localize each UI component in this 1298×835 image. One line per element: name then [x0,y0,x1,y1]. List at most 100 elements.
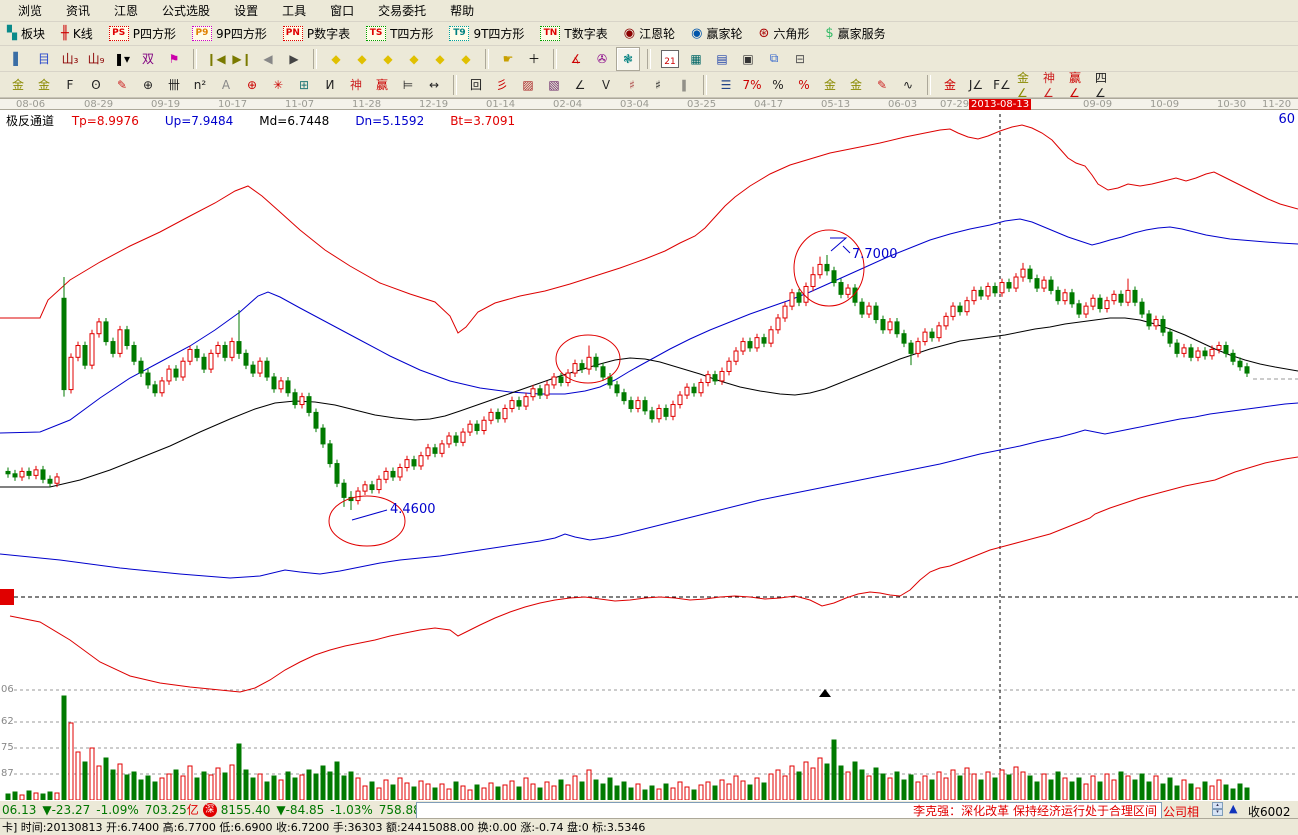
tool-p-square[interactable]: PSP四方形 [106,24,179,43]
calculator-icon[interactable]: ▦ [684,47,708,71]
four-angle-icon[interactable]: 四∠ [1094,73,1118,97]
news-ticker-input[interactable]: 李克强：深化改革 保持经济运行处于合理区间 [416,802,1162,819]
hand-drag-icon[interactable]: ☛ [496,47,520,71]
region-tool-icon[interactable]: ❃ [616,47,640,71]
win-box-icon[interactable]: 赢 [370,73,394,97]
rays-square-icon[interactable]: ▨ [516,73,540,97]
n-square-icon[interactable]: n² [188,73,212,97]
go-next-icon[interactable]: ▶ [282,47,306,71]
v-waves-icon[interactable]: Ｖ [594,73,618,97]
indicator-list-icon[interactable]: ☰ [714,73,738,97]
brush-tool-icon[interactable]: ✎ [110,73,134,97]
ticker-spinner[interactable]: ▴ ▾ [1212,802,1223,817]
calendar-glyph: 21 [661,50,679,68]
pen-mark-icon[interactable]: ✎ [870,73,894,97]
crosshair-icon[interactable]: ＋ [522,47,546,71]
tool-hexagon[interactable]: ⊛六角形 [755,24,812,43]
network-icon[interactable]: ⧉ [762,47,786,71]
f-angle-icon[interactable]: F∠ [990,73,1014,97]
candle-body [776,318,780,330]
shen-angle-icon[interactable]: 神∠ [1042,73,1066,97]
tool-t-number[interactable]: TNT数字表 [537,24,610,43]
square-web-icon[interactable]: ⊞ [292,73,316,97]
percent-icon[interactable]: % [766,73,790,97]
gold-level-icon[interactable]: 金 [844,73,868,97]
gold-fan-1-icon[interactable]: 金 [6,73,30,97]
gold-angle-icon[interactable]: 金∠ [1016,73,1040,97]
bars-9-icon[interactable]: 山₉ [84,47,108,71]
tool-winner-service[interactable]: $赢家服务 [822,24,888,43]
diamond-h-expand-icon[interactable]: ◆ [376,47,400,71]
spinner-up-icon[interactable]: ▴ [1212,802,1223,809]
diamond-left-icon[interactable]: ◆ [324,47,348,71]
quote-list-icon[interactable]: 目 [32,47,56,71]
mirror-fold-icon[interactable]: A [214,73,238,97]
volume-bar [216,768,220,800]
f-ruler-icon[interactable]: F [58,73,82,97]
volume-bar [678,782,682,800]
angle-measure-icon[interactable]: ∡ [564,47,588,71]
gann-wheel-mini-icon[interactable]: ⊕ [136,73,160,97]
angle-fan-icon[interactable]: ∠ [568,73,592,97]
gold-underline-icon[interactable]: 金 [938,73,962,97]
radial-web-icon[interactable]: ✳ [266,73,290,97]
tool-winner-wheel[interactable]: ◉赢家轮 [688,24,745,43]
diamond-right-icon[interactable]: ◆ [350,47,374,71]
tool-blocks[interactable]: ▚板块 [4,24,48,43]
gold-circle-icon[interactable]: 金 [818,73,842,97]
diamond-star-icon[interactable]: ◆ [428,47,452,71]
diamond-plus-icon[interactable]: ◆ [454,47,478,71]
spiral-icon[interactable]: ʘ [84,73,108,97]
parallel-lines-icon[interactable]: ∥ [672,73,696,97]
span-measure-icon[interactable]: ↔ [422,73,446,97]
circle-cross-icon[interactable]: ⊕ [240,73,264,97]
tool-p9-square[interactable]: P99P四方形 [189,24,270,43]
notes-icon[interactable]: ▤ [710,47,734,71]
time-grid-icon[interactable]: ♯ [646,73,670,97]
chart-area[interactable]: 极反通道 Tp=8.9976Up=7.9484Md=6.7448Dn=5.159… [0,110,1298,800]
go-last-icon[interactable]: ▶❙ [230,47,254,71]
j-angle-icon[interactable]: J∠ [964,73,988,97]
menu-item-1[interactable]: 资讯 [54,0,102,21]
menu-item-7[interactable]: 交易委托 [366,0,438,21]
toolbar-drawing: 金金Fʘ✎⊕卌n²A⊕✳⊞И神赢⊨↔回彡▨▧∠Ｖ♯♯∥☰7%%%金金✎∿金J∠F… [0,72,1298,98]
menu-item-8[interactable]: 帮助 [438,0,486,21]
flag-levels-icon[interactable]: ⚑ [162,47,186,71]
go-first-icon[interactable]: ❙◀ [204,47,228,71]
percent-strike-icon[interactable]: 7% [740,73,764,97]
percent-line-icon[interactable]: % [792,73,816,97]
price-grid-icon[interactable]: ♯ [620,73,644,97]
save-icon[interactable]: ▣ [736,47,760,71]
tool-t-square[interactable]: TST四方形 [363,24,436,43]
tool-p-number[interactable]: PNP数字表 [280,24,353,43]
shape-tool-icon[interactable]: ✇ [590,47,614,71]
rays-icon[interactable]: 彡 [490,73,514,97]
tool-gann-wheel[interactable]: ◉江恩轮 [621,24,678,43]
menu-item-5[interactable]: 工具 [270,0,318,21]
k-mark-icon[interactable]: И [318,73,342,97]
number-ruler-icon[interactable]: ⊨ [396,73,420,97]
calendar-icon[interactable]: 21 [658,47,682,71]
menu-item-2[interactable]: 江恩 [102,0,150,21]
menu-item-4[interactable]: 设置 [222,0,270,21]
diamond-cross-icon[interactable]: ◆ [402,47,426,71]
rays-grid-icon[interactable]: ▧ [542,73,566,97]
gold-fan-2-icon[interactable]: 金 [32,73,56,97]
menu-item-6[interactable]: 窗口 [318,0,366,21]
tool-kline[interactable]: ╫K线 [58,24,96,43]
menu-item-3[interactable]: 公式选股 [150,0,222,21]
edge-partial-icon[interactable]: ▌ [6,47,30,71]
tool-t9-square[interactable]: T99T四方形 [446,24,527,43]
wave-tool-icon[interactable]: ∿ [896,73,920,97]
bars-3-icon[interactable]: 山₃ [58,47,82,71]
menu-item-0[interactable]: 浏览 [6,0,54,21]
candle-style-icon[interactable]: ❚▾ [110,47,134,71]
boxed-square-icon[interactable]: 回 [464,73,488,97]
win-angle-icon[interactable]: 赢∠ [1068,73,1092,97]
spinner-down-icon[interactable]: ▾ [1212,809,1223,816]
shen-comb-icon[interactable]: 神 [344,73,368,97]
time-comb-icon[interactable]: 卌 [162,73,186,97]
mark-double-icon[interactable]: 双 [136,47,160,71]
go-prev-icon[interactable]: ◀ [256,47,280,71]
print-icon[interactable]: ⊟ [788,47,812,71]
